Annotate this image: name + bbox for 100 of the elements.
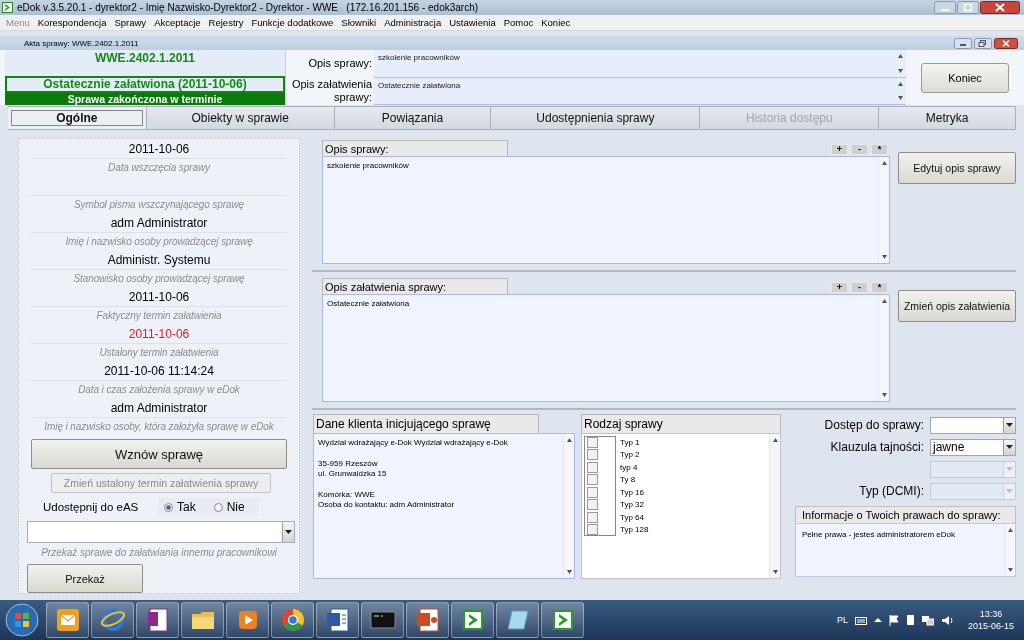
menu-item[interactable]: Ustawienia [445, 17, 500, 28]
memo-button[interactable]: Zmień opis załatwienia [898, 290, 1016, 322]
scrollbar[interactable] [878, 157, 889, 263]
checkbox[interactable] [587, 486, 598, 498]
minimize-button[interactable] [954, 37, 972, 49]
scroll-up-icon[interactable] [1006, 527, 1014, 533]
keyboard-icon[interactable] [854, 615, 867, 625]
checkbox[interactable] [587, 474, 598, 486]
zoom-button[interactable]: * [871, 144, 888, 155]
scroll-up-icon[interactable] [880, 298, 888, 304]
tab[interactable]: Metryka [879, 106, 1016, 130]
client-line: Osoba do kontaktu: adm Administrator [318, 500, 456, 511]
zoom-button[interactable]: - [851, 144, 868, 155]
scrollbar[interactable] [878, 295, 889, 401]
text-area[interactable]: Ostatecznie załatwiona [322, 294, 890, 402]
zoom-button[interactable]: * [871, 282, 888, 293]
resume-button[interactable]: Wznów sprawę [31, 439, 287, 469]
text-field[interactable]: Ostatecznie załatwiona [374, 77, 906, 105]
scroll-up-icon[interactable] [771, 437, 779, 443]
menu-item[interactable]: Sprawy [110, 17, 151, 28]
checkbox[interactable] [587, 499, 598, 511]
start-button[interactable] [4, 602, 40, 638]
scroll-down-icon[interactable] [565, 569, 573, 575]
language-indicator[interactable]: PL [836, 615, 848, 625]
radio-option[interactable]: Tak [164, 500, 196, 514]
taskbar-button[interactable] [91, 602, 134, 638]
device-icon[interactable] [905, 614, 915, 626]
close-button[interactable] [994, 37, 1018, 49]
minimize-button[interactable] [934, 1, 956, 14]
zoom-button[interactable]: - [851, 282, 868, 293]
scroll-down-icon[interactable] [880, 392, 888, 398]
menu-item[interactable]: Funkcje dodatkowe [247, 17, 338, 28]
zoom-button[interactable]: + [831, 144, 848, 155]
checkbox[interactable] [587, 437, 598, 449]
close-case-button[interactable]: Koniec [921, 62, 1009, 93]
menu-item[interactable]: Akceptacje [150, 17, 205, 28]
checkbox[interactable] [587, 461, 598, 473]
taskbar-button[interactable] [541, 602, 584, 638]
scroll-down-icon[interactable] [1006, 567, 1014, 573]
detail-caption: Symbol pisma wszczynającego sprawę [73, 198, 245, 212]
taskbar-button[interactable] [136, 602, 179, 638]
speaker-icon[interactable] [940, 614, 953, 626]
dropdown-arrow-icon [285, 530, 292, 534]
scroll-up-icon[interactable] [897, 53, 904, 59]
zoom-button[interactable]: + [831, 282, 848, 293]
type-label: Typ 32 [620, 500, 644, 510]
flag-icon[interactable] [888, 614, 899, 626]
taskbar-button[interactable] [496, 602, 539, 638]
restore-button[interactable] [974, 37, 992, 49]
memo-button[interactable]: Edytuj opis sprawy [898, 152, 1016, 184]
tab[interactable]: Powiązania [334, 106, 492, 130]
radio-icon[interactable] [213, 502, 223, 512]
taskbar-button[interactable] [181, 602, 224, 638]
scroll-down-icon[interactable] [897, 95, 904, 101]
text-area[interactable]: szkolenie pracowników [322, 156, 890, 264]
scrollbar[interactable] [563, 434, 574, 578]
scroll-down-icon[interactable] [771, 569, 779, 575]
tab[interactable]: Obiekty w sprawie [146, 106, 335, 130]
tab[interactable]: Udostępnienia sprawy [491, 106, 701, 130]
clock-time[interactable]: 13:36 [979, 608, 1003, 620]
taskbar-button[interactable] [46, 602, 89, 638]
radio-option[interactable]: Nie [213, 500, 245, 514]
menu-item[interactable]: Pomoc [499, 17, 538, 28]
menu-item[interactable]: Rejestry [204, 17, 248, 28]
text-field[interactable]: szkolenie pracowników [374, 50, 906, 78]
menu-item[interactable]: Korespondencja [33, 17, 111, 28]
menu-item[interactable]: Koniec [537, 17, 575, 28]
network-icon[interactable] [921, 614, 934, 626]
scroll-up-icon[interactable] [880, 160, 888, 166]
case-status: Ostatecznie załatwiona (2011-10-06) [5, 76, 285, 93]
checkbox[interactable] [587, 449, 598, 461]
client-line: Wydział wdrażający e-Dok Wydział wdrażający e-Dok [318, 438, 509, 449]
taskbar-button[interactable] [451, 602, 494, 638]
tab[interactable]: Ogólne [8, 106, 147, 130]
taskbar-button[interactable] [361, 602, 404, 638]
case-number: WWE.2402.1.2011 [5, 50, 285, 76]
taskbar-button[interactable] [271, 602, 314, 638]
menu-item[interactable]: Administracja [380, 17, 446, 28]
dropdown-arrow-icon [1006, 445, 1013, 449]
clock-date[interactable]: 2015-06-15 [967, 620, 1014, 632]
radio-icon[interactable] [164, 502, 173, 512]
scroll-down-icon[interactable] [897, 67, 904, 74]
checkbox[interactable] [587, 523, 598, 535]
close-button[interactable] [980, 1, 1020, 14]
chevron-up-icon[interactable] [873, 617, 882, 623]
taskbar-button[interactable] [226, 602, 269, 638]
scrollbar[interactable] [769, 434, 780, 578]
dropdown[interactable]: jawne [930, 438, 1016, 456]
taskbar-button[interactable] [316, 602, 359, 638]
dropdown-arrow-icon [1006, 489, 1013, 493]
maximize-button[interactable] [957, 1, 979, 14]
checkbox[interactable] [587, 511, 598, 523]
scroll-down-icon[interactable] [880, 254, 888, 260]
transfer-button[interactable]: Przekaż [27, 564, 143, 593]
menu-item[interactable]: Słowniki [337, 17, 381, 28]
text-area[interactable]: Pełne prawa - jesteś administratorem eDok [795, 523, 1016, 577]
scrollbar[interactable] [1004, 524, 1015, 576]
scroll-up-icon[interactable] [897, 80, 904, 87]
scroll-up-icon[interactable] [565, 437, 573, 443]
taskbar-button[interactable] [406, 602, 449, 638]
